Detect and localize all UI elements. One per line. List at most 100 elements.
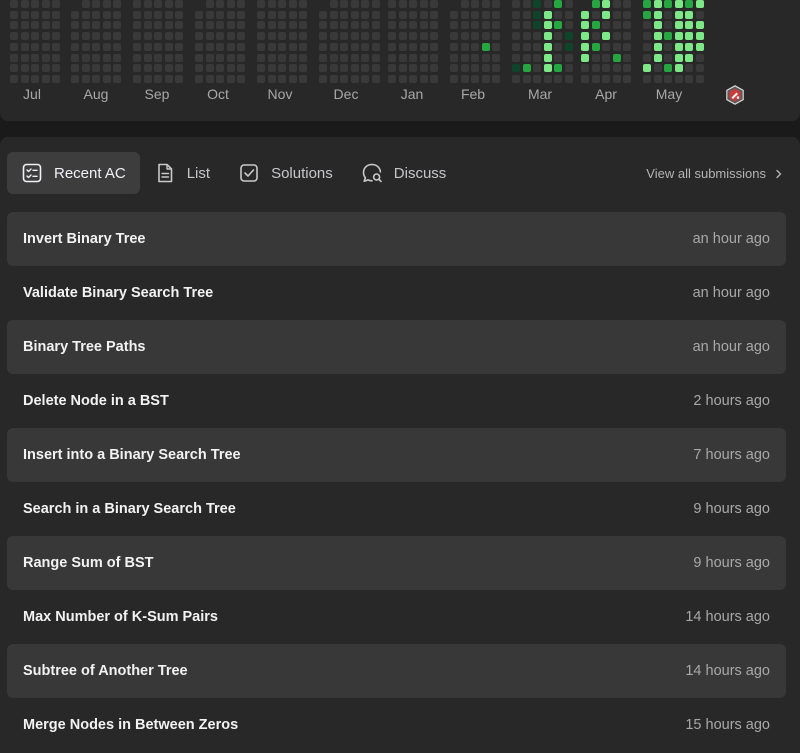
heatmap-day-cell[interactable] (398, 21, 407, 29)
heatmap-day-cell[interactable] (257, 43, 265, 51)
heatmap-day-cell[interactable] (398, 75, 407, 83)
heatmap-day-cell[interactable] (20, 0, 29, 8)
heatmap-day-cell[interactable] (319, 75, 327, 83)
heatmap-day-cell[interactable] (554, 0, 562, 8)
heatmap-day-cell[interactable] (522, 64, 531, 72)
heatmap-day-cell[interactable] (143, 43, 152, 51)
heatmap-day-cell[interactable] (41, 21, 50, 29)
heatmap-day-cell[interactable] (685, 64, 693, 72)
heatmap-day-cell[interactable] (175, 0, 183, 8)
heatmap-day-cell[interactable] (371, 11, 380, 19)
contest-badge-icon[interactable] (725, 85, 745, 105)
heatmap-day-cell[interactable] (695, 54, 704, 62)
heatmap-day-cell[interactable] (460, 64, 469, 72)
submission-row[interactable]: Insert into a Binary Search Tree 7 hours… (7, 428, 786, 482)
heatmap-day-cell[interactable] (623, 0, 631, 8)
heatmap-day-cell[interactable] (154, 21, 162, 29)
heatmap-day-cell[interactable] (543, 11, 552, 19)
heatmap-day-cell[interactable] (133, 0, 141, 8)
heatmap-day-cell[interactable] (695, 64, 704, 72)
heatmap-day-cell[interactable] (512, 32, 520, 40)
heatmap-day-cell[interactable] (554, 64, 562, 72)
heatmap-day-cell[interactable] (102, 32, 111, 40)
heatmap-day-cell[interactable] (143, 75, 152, 83)
heatmap-day-cell[interactable] (685, 43, 693, 51)
heatmap-day-cell[interactable] (612, 43, 621, 51)
heatmap-day-cell[interactable] (175, 54, 183, 62)
heatmap-day-cell[interactable] (237, 54, 245, 62)
heatmap-day-cell[interactable] (226, 11, 235, 19)
heatmap-day-cell[interactable] (340, 64, 348, 72)
heatmap-day-cell[interactable] (664, 11, 672, 19)
heatmap-day-cell[interactable] (388, 54, 396, 62)
heatmap-day-cell[interactable] (564, 54, 573, 62)
heatmap-day-cell[interactable] (278, 75, 286, 83)
heatmap-day-cell[interactable] (371, 64, 380, 72)
heatmap-day-cell[interactable] (581, 54, 589, 62)
heatmap-day-cell[interactable] (164, 43, 173, 51)
heatmap-day-cell[interactable] (554, 11, 562, 19)
heatmap-day-cell[interactable] (164, 11, 173, 19)
heatmap-day-cell[interactable] (543, 75, 552, 83)
heatmap-day-cell[interactable] (175, 11, 183, 19)
heatmap-day-cell[interactable] (674, 54, 683, 62)
heatmap-day-cell[interactable] (113, 11, 121, 19)
heatmap-day-cell[interactable] (492, 21, 500, 29)
submission-row[interactable]: Invert Binary Tree an hour ago (7, 212, 786, 266)
heatmap-day-cell[interactable] (653, 0, 662, 8)
heatmap-day-cell[interactable] (450, 64, 458, 72)
heatmap-day-cell[interactable] (602, 11, 610, 19)
heatmap-day-cell[interactable] (71, 11, 79, 19)
heatmap-day-cell[interactable] (591, 54, 600, 62)
heatmap-day-cell[interactable] (164, 75, 173, 83)
heatmap-day-cell[interactable] (643, 54, 651, 62)
heatmap-day-cell[interactable] (278, 11, 286, 19)
heatmap-day-cell[interactable] (216, 21, 224, 29)
heatmap-day-cell[interactable] (612, 32, 621, 40)
heatmap-day-cell[interactable] (409, 75, 417, 83)
heatmap-day-cell[interactable] (102, 43, 111, 51)
heatmap-day-cell[interactable] (685, 54, 693, 62)
heatmap-day-cell[interactable] (664, 32, 672, 40)
heatmap-day-cell[interactable] (143, 64, 152, 72)
heatmap-day-cell[interactable] (299, 0, 307, 8)
heatmap-day-cell[interactable] (481, 21, 490, 29)
heatmap-day-cell[interactable] (419, 54, 428, 62)
heatmap-day-cell[interactable] (522, 43, 531, 51)
heatmap-day-cell[interactable] (471, 21, 479, 29)
heatmap-day-cell[interactable] (554, 21, 562, 29)
submission-row[interactable]: Subtree of Another Tree 14 hours ago (7, 644, 786, 698)
heatmap-day-cell[interactable] (685, 21, 693, 29)
heatmap-day-cell[interactable] (205, 21, 214, 29)
heatmap-day-cell[interactable] (419, 21, 428, 29)
heatmap-day-cell[interactable] (329, 75, 338, 83)
heatmap-day-cell[interactable] (643, 0, 651, 8)
heatmap-day-cell[interactable] (319, 43, 327, 51)
heatmap-day-cell[interactable] (388, 32, 396, 40)
heatmap-day-cell[interactable] (92, 54, 100, 62)
heatmap-day-cell[interactable] (257, 64, 265, 72)
heatmap-day-cell[interactable] (602, 32, 610, 40)
heatmap-day-cell[interactable] (216, 11, 224, 19)
heatmap-day-cell[interactable] (522, 54, 531, 62)
heatmap-day-cell[interactable] (10, 11, 18, 19)
heatmap-day-cell[interactable] (226, 64, 235, 72)
heatmap-day-cell[interactable] (685, 11, 693, 19)
heatmap-day-cell[interactable] (564, 64, 573, 72)
heatmap-day-cell[interactable] (591, 64, 600, 72)
heatmap-day-cell[interactable] (267, 75, 276, 83)
heatmap-day-cell[interactable] (216, 0, 224, 8)
heatmap-day-cell[interactable] (361, 54, 369, 62)
heatmap-day-cell[interactable] (340, 0, 348, 8)
heatmap-day-cell[interactable] (533, 43, 541, 51)
heatmap-day-cell[interactable] (460, 32, 469, 40)
heatmap-day-cell[interactable] (216, 32, 224, 40)
heatmap-day-cell[interactable] (695, 32, 704, 40)
heatmap-day-cell[interactable] (52, 11, 60, 19)
heatmap-day-cell[interactable] (612, 0, 621, 8)
heatmap-day-cell[interactable] (154, 64, 162, 72)
heatmap-day-cell[interactable] (216, 54, 224, 62)
heatmap-day-cell[interactable] (288, 54, 297, 62)
heatmap-day-cell[interactable] (52, 54, 60, 62)
heatmap-day-cell[interactable] (81, 32, 90, 40)
